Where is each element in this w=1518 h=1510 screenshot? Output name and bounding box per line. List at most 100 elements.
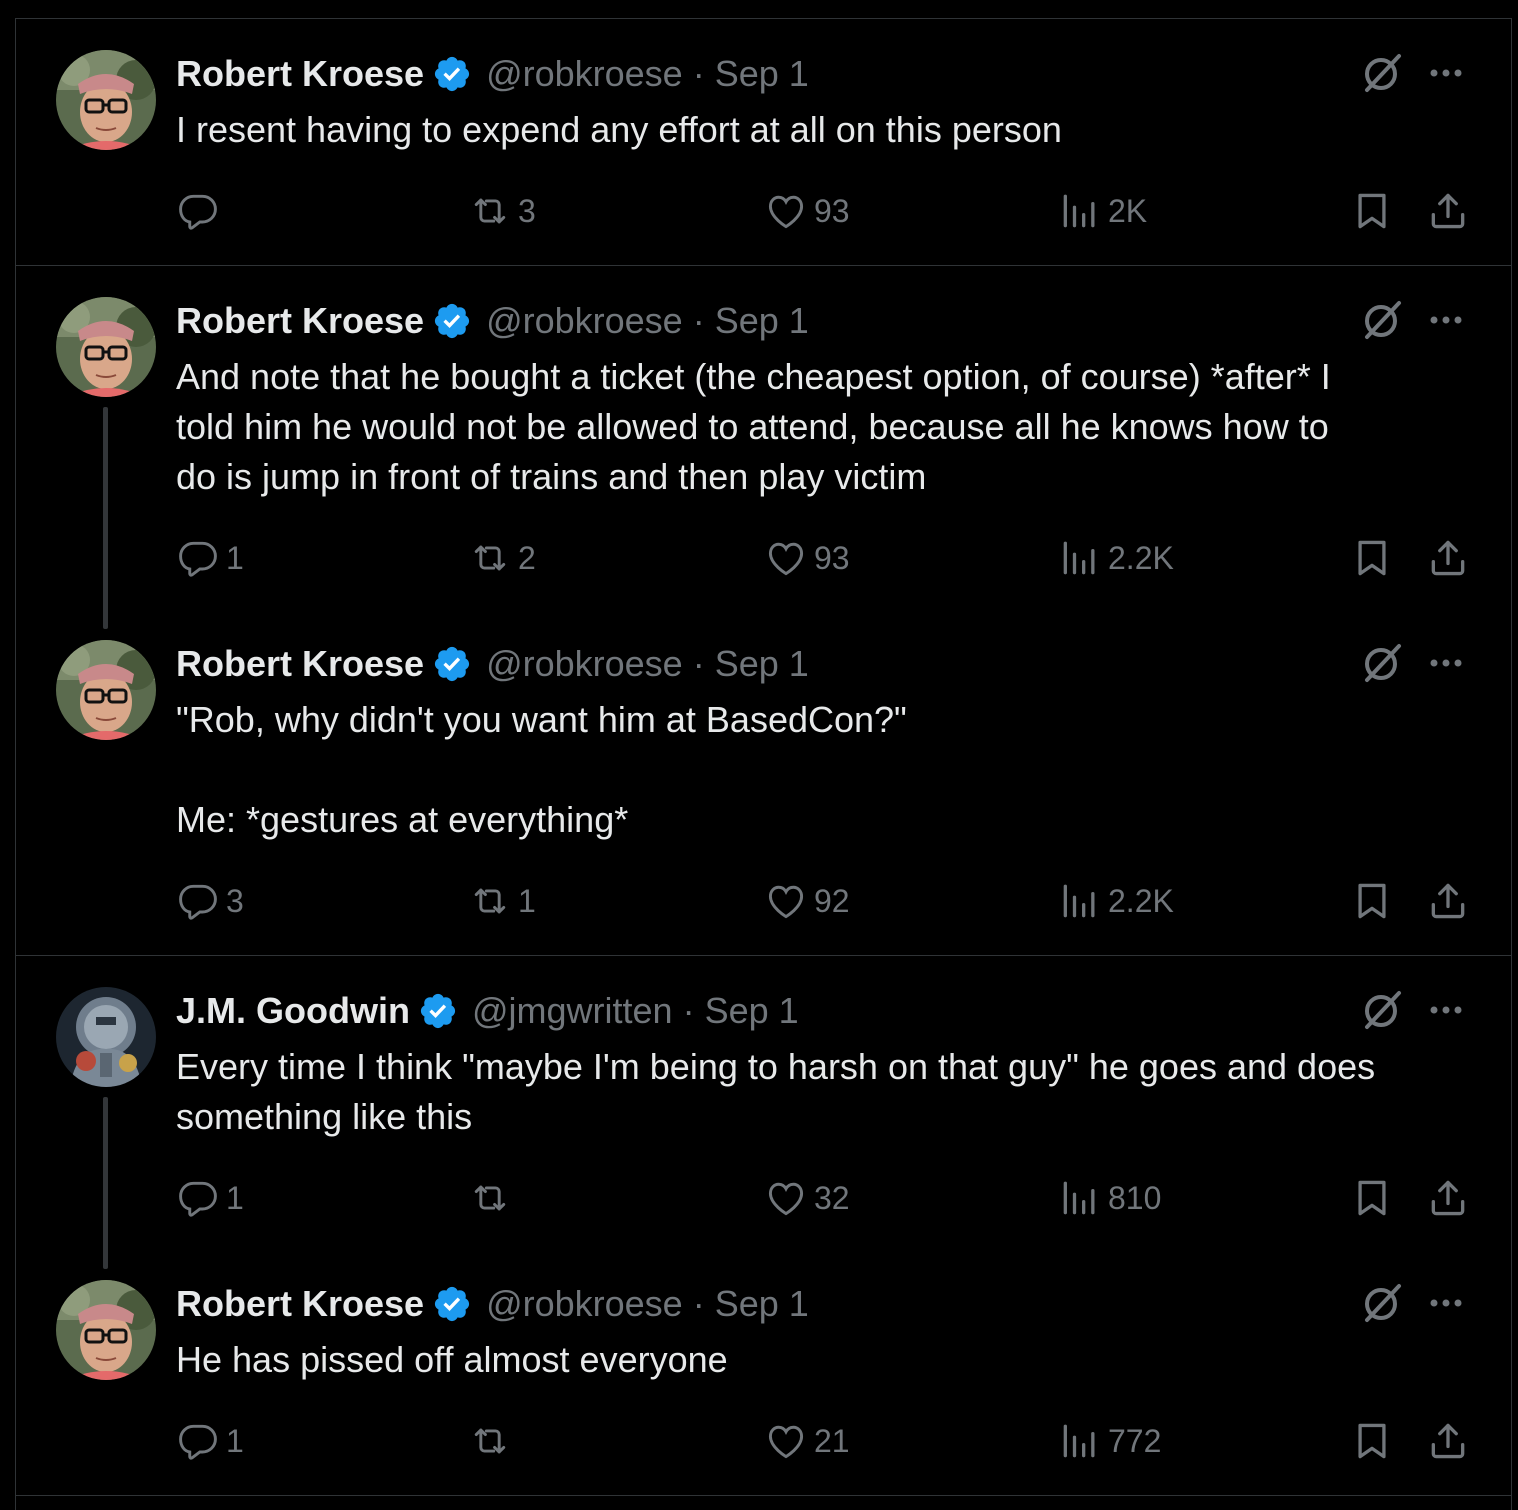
more-icon[interactable] bbox=[1424, 300, 1474, 340]
timestamp[interactable]: Sep 1 bbox=[715, 1283, 809, 1325]
reply-icon bbox=[179, 1424, 217, 1460]
display-name[interactable]: Robert Kroese bbox=[176, 53, 424, 95]
more-icon[interactable] bbox=[1424, 643, 1474, 683]
share-icon bbox=[1431, 1423, 1465, 1459]
verified-badge-icon bbox=[432, 54, 472, 94]
timestamp[interactable]: Sep 1 bbox=[715, 53, 809, 95]
reply-button[interactable]: 1 bbox=[176, 1174, 244, 1222]
robert-kroese-avatar[interactable] bbox=[56, 50, 156, 150]
reply-button[interactable]: 3 bbox=[176, 877, 244, 925]
thread-connector bbox=[103, 407, 108, 629]
jm-goodwin-avatar[interactable] bbox=[56, 987, 156, 1087]
robert-kroese-avatar[interactable] bbox=[56, 640, 156, 740]
tweet-text: "Rob, why didn't you want him at BasedCo… bbox=[176, 699, 907, 840]
like-count: 21 bbox=[814, 1422, 850, 1459]
handle[interactable]: @robkroese bbox=[486, 1283, 683, 1325]
timestamp[interactable]: Sep 1 bbox=[715, 300, 809, 342]
verified-badge-icon bbox=[418, 991, 458, 1031]
views-button[interactable]: 772 bbox=[1058, 1417, 1161, 1465]
like-button[interactable]: 93 bbox=[764, 187, 850, 235]
reply-button[interactable]: 1 bbox=[176, 534, 244, 582]
bookmark-button[interactable] bbox=[1350, 877, 1394, 925]
like-button[interactable]: 32 bbox=[764, 1174, 850, 1222]
grok-icon[interactable] bbox=[1357, 295, 1407, 345]
share-button[interactable] bbox=[1426, 1417, 1470, 1465]
bookmark-button[interactable] bbox=[1350, 1417, 1394, 1465]
tweet-text: I resent having to expend any effort at … bbox=[176, 109, 1062, 150]
display-name[interactable]: Robert Kroese bbox=[176, 1283, 424, 1325]
grok-icon[interactable] bbox=[1357, 1278, 1407, 1328]
verified-badge-icon bbox=[432, 301, 472, 341]
retweet-icon bbox=[474, 1428, 506, 1454]
bookmark-button[interactable] bbox=[1350, 1174, 1394, 1222]
bookmark-icon bbox=[1358, 193, 1386, 229]
tweet-actions: 1 2 93 2.2K bbox=[0, 534, 1518, 582]
views-button[interactable]: 810 bbox=[1058, 1174, 1161, 1222]
views-button[interactable]: 2.2K bbox=[1058, 877, 1174, 925]
reply-icon bbox=[179, 541, 217, 577]
like-button[interactable]: 92 bbox=[764, 877, 850, 925]
reply-button[interactable]: 1 bbox=[176, 1417, 244, 1465]
handle[interactable]: @robkroese bbox=[486, 643, 683, 685]
robert-kroese-avatar[interactable] bbox=[56, 297, 156, 397]
retweet-button[interactable] bbox=[468, 1174, 518, 1222]
timestamp[interactable]: Sep 1 bbox=[705, 990, 799, 1032]
retweet-button[interactable] bbox=[468, 1417, 518, 1465]
views-button[interactable]: 2.2K bbox=[1058, 534, 1174, 582]
tweet-header: Robert Kroese @robkroese · Sep 1 bbox=[176, 52, 809, 96]
like-button[interactable]: 21 bbox=[764, 1417, 850, 1465]
tweet-header: J.M. Goodwin @jmgwritten · Sep 1 bbox=[176, 989, 799, 1033]
grok-icon[interactable] bbox=[1357, 985, 1407, 1035]
separator: · bbox=[692, 1283, 705, 1324]
grok-icon[interactable] bbox=[1357, 48, 1407, 98]
view-count: 2.2K bbox=[1108, 882, 1174, 919]
more-icon[interactable] bbox=[1424, 53, 1474, 93]
separator: · bbox=[682, 990, 695, 1031]
reply-count: 1 bbox=[226, 539, 244, 576]
grok-icon[interactable] bbox=[1357, 638, 1407, 688]
share-icon bbox=[1431, 540, 1465, 576]
display-name[interactable]: Robert Kroese bbox=[176, 300, 424, 342]
share-button[interactable] bbox=[1426, 877, 1470, 925]
bookmark-button[interactable] bbox=[1350, 187, 1394, 235]
like-button[interactable]: 93 bbox=[764, 534, 850, 582]
views-icon bbox=[1063, 194, 1095, 228]
handle[interactable]: @robkroese bbox=[486, 53, 683, 95]
retweet-button[interactable]: 3 bbox=[468, 187, 536, 235]
tweet-header: Robert Kroese @robkroese · Sep 1 bbox=[176, 1282, 809, 1326]
share-button[interactable] bbox=[1426, 187, 1470, 235]
reply-count: 3 bbox=[226, 882, 244, 919]
like-count: 32 bbox=[814, 1179, 850, 1216]
retweet-count: 1 bbox=[518, 882, 536, 919]
more-icon[interactable] bbox=[1424, 990, 1474, 1030]
reply-icon bbox=[179, 884, 217, 920]
verified-badge-icon bbox=[432, 644, 472, 684]
views-button[interactable]: 2K bbox=[1058, 187, 1147, 235]
bookmark-button[interactable] bbox=[1350, 534, 1394, 582]
share-icon bbox=[1431, 193, 1465, 229]
like-icon bbox=[768, 1182, 804, 1216]
handle[interactable]: @jmgwritten bbox=[472, 990, 673, 1032]
handle[interactable]: @robkroese bbox=[486, 300, 683, 342]
robert-kroese-avatar[interactable] bbox=[56, 1280, 156, 1380]
retweet-icon bbox=[474, 1185, 506, 1211]
display-name[interactable]: Robert Kroese bbox=[176, 643, 424, 685]
tweet-header: Robert Kroese @robkroese · Sep 1 bbox=[176, 642, 809, 686]
bookmark-icon bbox=[1358, 540, 1386, 576]
view-count: 2K bbox=[1108, 192, 1148, 229]
separator: · bbox=[692, 643, 705, 684]
timestamp[interactable]: Sep 1 bbox=[715, 643, 809, 685]
tweet-text: And note that he bought a ticket (the ch… bbox=[176, 356, 1331, 497]
reply-count: 1 bbox=[226, 1422, 244, 1459]
display-name[interactable]: J.M. Goodwin bbox=[176, 990, 410, 1032]
divider bbox=[15, 265, 1512, 266]
reply-icon bbox=[179, 194, 217, 230]
more-icon[interactable] bbox=[1424, 1283, 1474, 1323]
share-button[interactable] bbox=[1426, 1174, 1470, 1222]
view-count: 2.2K bbox=[1108, 539, 1174, 576]
share-button[interactable] bbox=[1426, 534, 1470, 582]
retweet-button[interactable]: 2 bbox=[468, 534, 536, 582]
like-count: 93 bbox=[814, 192, 850, 229]
retweet-button[interactable]: 1 bbox=[468, 877, 536, 925]
reply-button[interactable] bbox=[176, 187, 226, 235]
